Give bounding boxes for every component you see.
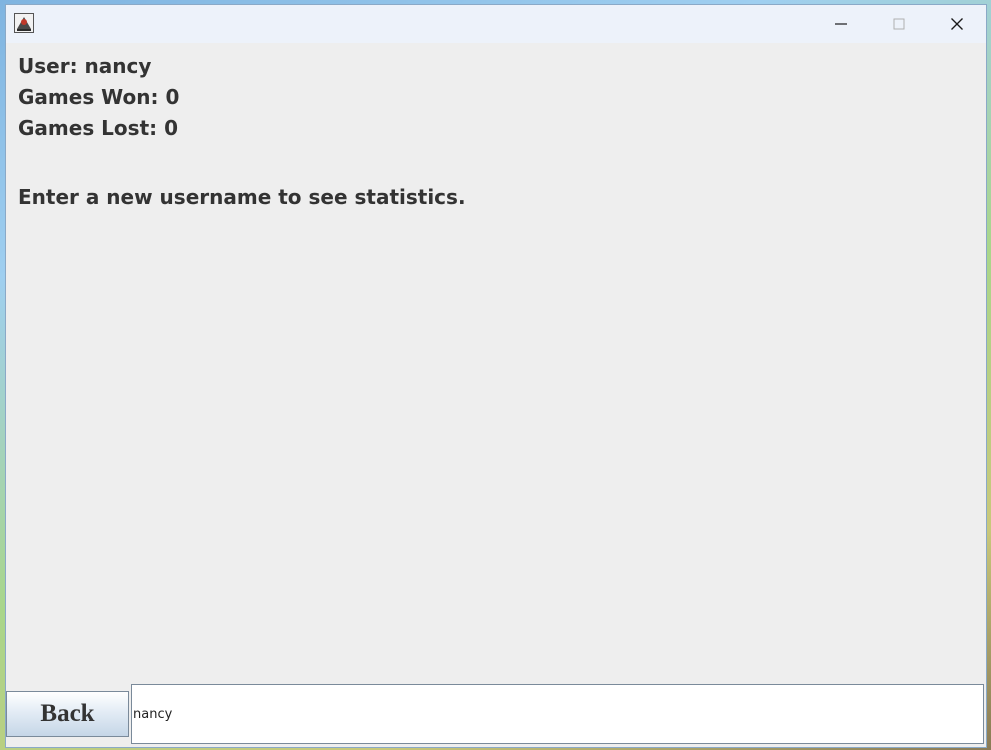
java-app-icon xyxy=(14,13,34,33)
maximize-button[interactable] xyxy=(870,5,928,43)
close-icon xyxy=(951,18,963,30)
maximize-icon xyxy=(893,18,905,30)
minimize-button[interactable] xyxy=(812,5,870,43)
user-label: User: nancy xyxy=(18,54,152,78)
close-button[interactable] xyxy=(928,5,986,43)
username-input[interactable] xyxy=(131,684,984,744)
statistics-panel: User: nancy Games Won: 0 Games Lost: 0 E… xyxy=(18,51,466,213)
games-lost-label: Games Lost: 0 xyxy=(18,116,179,140)
minimize-icon xyxy=(835,23,847,25)
title-bar[interactable] xyxy=(6,5,986,43)
instruction-text: Enter a new username to see statistics. xyxy=(18,185,466,209)
games-won-label: Games Won: 0 xyxy=(18,85,180,109)
statistics-window: User: nancy Games Won: 0 Games Lost: 0 E… xyxy=(5,4,987,748)
back-button[interactable]: Back xyxy=(6,691,129,737)
